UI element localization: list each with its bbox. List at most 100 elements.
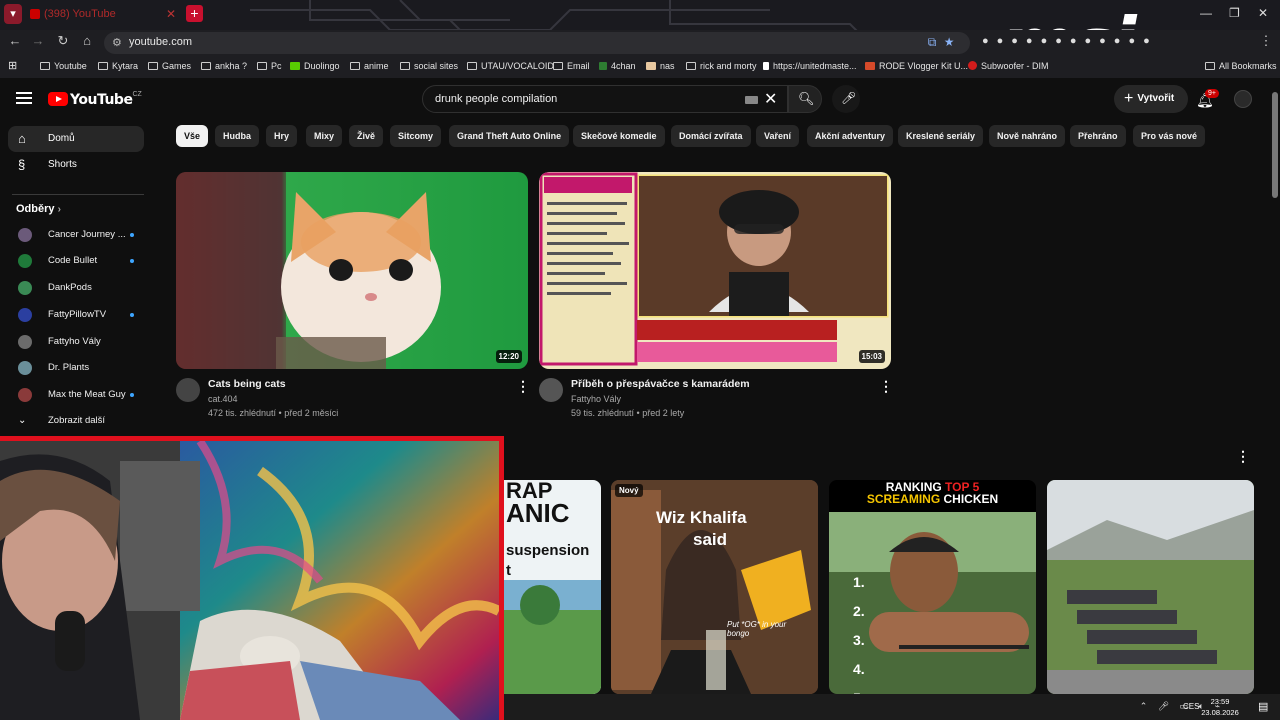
sidebar-subscription[interactable]: DankPods — [8, 277, 144, 299]
chip-recently-uploaded[interactable]: Nově nahráno — [989, 125, 1066, 147]
more-options-icon[interactable]: ⋮ — [516, 378, 530, 395]
tab-search-button[interactable]: ▾ — [4, 4, 22, 24]
home-browser-icon[interactable]: ⌂ — [79, 33, 95, 48]
chip-cooking[interactable]: Vaření — [756, 125, 800, 147]
youtube-header: YouTubeCZ drunk people compilation ✕ 🔍︎ … — [0, 78, 1280, 120]
subscription-label: FattyPillowTV — [48, 309, 107, 320]
bookmark-youtube[interactable]: Youtube — [40, 61, 87, 71]
tab-title: (398) YouTube — [44, 8, 116, 20]
chip-sketch-comedy[interactable]: Skečové komedie — [573, 125, 665, 147]
sidebar-show-more[interactable]: ⌄ Zobrazit další — [8, 410, 144, 432]
taskbar-clock[interactable]: 23:59 23.08.2026 — [1200, 696, 1240, 718]
folder-icon — [686, 62, 696, 70]
sidebar-subscription[interactable]: Cancer Journey ... — [8, 224, 144, 246]
new-tab-button[interactable]: + — [186, 5, 203, 22]
sidebar-subscription[interactable]: Dr. Plants — [8, 357, 144, 379]
webcam-image — [0, 441, 499, 720]
short-thumbnail[interactable]: RANKING TOP 5 SCREAMING CHICKEN 1. 2. 3.… — [829, 480, 1036, 694]
bookmark-unitedmasters[interactable]: https://unitedmaste... — [763, 61, 857, 71]
chip-all[interactable]: Vše — [176, 125, 209, 147]
sidebar-subscription[interactable]: FattyPillowTV — [8, 304, 144, 326]
chip-pets[interactable]: Domácí zvířata — [671, 125, 751, 147]
notification-center-icon[interactable]: ▤ — [1258, 700, 1268, 713]
page-scrollbar[interactable] — [1272, 92, 1278, 198]
chip-music[interactable]: Hudba — [215, 125, 259, 147]
sidebar-subscription[interactable]: Max the Meat Guy — [8, 384, 144, 406]
close-window-icon[interactable]: ✕ — [1258, 6, 1268, 20]
chip-cartoons[interactable]: Kreslené seriály — [898, 125, 984, 147]
site-info-icon[interactable]: ⚙ — [112, 36, 122, 49]
reload-icon[interactable]: ↻ — [55, 33, 71, 49]
bookmark-subwoofer[interactable]: Subwoofer - DIM — [968, 61, 1049, 71]
bookmark-rode[interactable]: RODE Vlogger Kit U... — [865, 61, 968, 71]
notification-count-badge: 9+ — [1205, 89, 1219, 98]
sidebar-subscription[interactable]: Fattyho Vály — [8, 331, 144, 353]
bookmark-utau[interactable]: UTAU/VOCALOID — [467, 61, 554, 71]
video-channel[interactable]: cat.404 — [208, 394, 238, 404]
folder-icon — [350, 62, 360, 70]
forward-icon[interactable]: → — [30, 33, 46, 48]
video-meta: 59 tis. zhlédnutí • před 2 lety — [571, 408, 685, 418]
extension-icons[interactable]: ●●●●●●●●●●●● — [982, 35, 1158, 47]
restore-icon[interactable]: ❐ — [1229, 6, 1240, 20]
bookmark-label: Pc — [271, 61, 282, 71]
bookmark-nas[interactable]: nas — [646, 61, 675, 71]
short-caption: Put *OG* in your bongo — [727, 620, 787, 638]
bookmark-rick-and-morty[interactable]: rick and morty — [686, 61, 757, 71]
channel-avatar[interactable] — [176, 378, 200, 402]
menu-icon[interactable] — [16, 92, 32, 104]
search-input[interactable]: drunk people compilation ✕ — [422, 85, 788, 113]
chip-gta-online[interactable]: Grand Theft Auto Online — [449, 125, 570, 147]
voice-search-button[interactable]: 🎤︎ — [832, 85, 860, 113]
short-thumbnail[interactable] — [1047, 480, 1254, 694]
keyboard-icon[interactable] — [745, 96, 758, 104]
clear-search-icon[interactable]: ✕ — [764, 89, 777, 109]
short-thumbnail[interactable]: Nový Wiz Khalifa said Put *OG* in your b… — [611, 480, 818, 694]
create-button[interactable]: + Vytvořit — [1114, 85, 1188, 113]
chip-new-to-you[interactable]: Pro vás nové — [1133, 125, 1206, 147]
bookmark-ankha[interactable]: ankha ? — [201, 61, 247, 71]
bookmark-email[interactable]: Email — [553, 61, 590, 71]
bookmark-games[interactable]: Games — [148, 61, 191, 71]
nas-icon — [646, 62, 656, 70]
sidebar-subscription[interactable]: Code Bullet — [8, 250, 144, 272]
browser-tab[interactable]: (398) YouTube — [28, 3, 178, 25]
bookmark-4chan[interactable]: 4chan — [599, 61, 636, 71]
bookmark-duolingo[interactable]: Duolingo — [290, 61, 340, 71]
bookmark-kytara[interactable]: Kytara — [98, 61, 138, 71]
chip-watched[interactable]: Přehráno — [1070, 125, 1126, 147]
chip-live[interactable]: Živě — [349, 125, 384, 147]
bookmark-social-sites[interactable]: social sites — [400, 61, 458, 71]
more-options-icon[interactable]: ⋮ — [879, 378, 893, 395]
back-icon[interactable]: ← — [7, 33, 23, 48]
video-title[interactable]: Příběh o přespávačce s kamarádem — [571, 378, 750, 390]
input-language[interactable]: CES — [1183, 702, 1199, 711]
rank-number: 2. — [853, 603, 865, 619]
browser-menu-icon[interactable]: ⋮ — [1258, 33, 1274, 49]
sidebar-item-shorts[interactable]: § Shorts — [8, 152, 144, 178]
account-avatar[interactable] — [1234, 90, 1252, 108]
video-thumbnail[interactable]: 15:03 — [539, 172, 891, 369]
bookmark-all[interactable]: All Bookmarks — [1205, 61, 1277, 71]
bookmark-pc[interactable]: Pc — [257, 61, 282, 71]
minimize-icon[interactable]: — — [1200, 6, 1212, 20]
shorts-more-options-icon[interactable]: ⋮ — [1236, 448, 1250, 465]
bookmark-star-icon[interactable]: ⧉★ — [928, 35, 962, 50]
sidebar-item-home[interactable]: ⌂ Domů — [8, 126, 144, 152]
channel-avatar[interactable] — [539, 378, 563, 402]
chip-games[interactable]: Hry — [266, 125, 298, 147]
youtube-logo[interactable]: YouTubeCZ — [48, 91, 142, 109]
video-thumbnail[interactable]: 12:20 — [176, 172, 528, 369]
chip-action-adventure[interactable]: Akční adventury — [807, 125, 894, 147]
search-button[interactable]: 🔍︎ — [788, 85, 822, 113]
apps-grid-icon[interactable]: ⊞ — [8, 59, 17, 72]
video-title[interactable]: Cats being cats — [208, 378, 286, 390]
chip-sitcoms[interactable]: Sitcomy — [390, 125, 442, 147]
chip-mixes[interactable]: Mixy — [306, 125, 343, 147]
channel-avatar — [18, 254, 32, 268]
video-channel[interactable]: Fattyho Vály — [571, 394, 621, 404]
bookmark-anime[interactable]: anime — [350, 61, 389, 71]
tab-close-icon[interactable]: ✕ — [166, 3, 176, 25]
subscriptions-heading[interactable]: Odběry › — [16, 203, 61, 215]
address-bar[interactable]: ⚙ youtube.com ⧉★ — [104, 32, 970, 54]
